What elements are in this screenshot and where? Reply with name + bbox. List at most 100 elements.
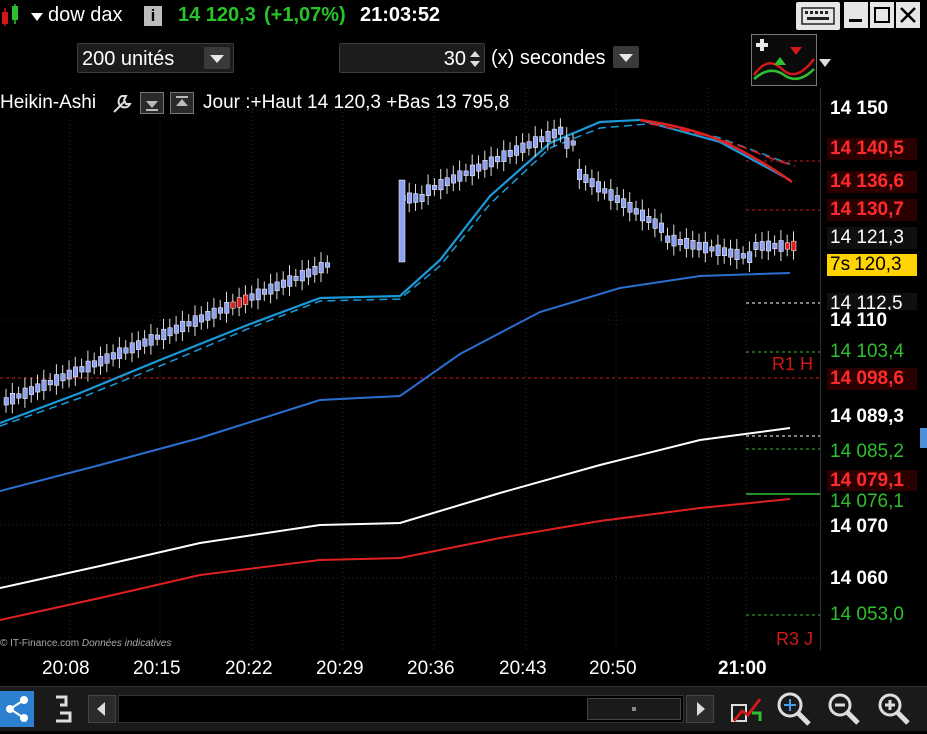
candle-body	[438, 179, 444, 191]
share-button[interactable]	[0, 691, 34, 727]
time-label: 20:08	[42, 658, 90, 679]
keyboard-icon[interactable]	[796, 2, 840, 30]
candle-body	[791, 240, 797, 252]
candle-body	[520, 142, 526, 153]
move-down-button[interactable]	[140, 92, 164, 114]
interval-input[interactable]: 30	[339, 43, 485, 73]
candle-body	[583, 174, 589, 183]
candle-body	[766, 240, 772, 252]
candle-body	[778, 240, 784, 252]
candle-body	[85, 360, 91, 373]
indicator-icon	[752, 35, 816, 85]
candle-body	[640, 209, 646, 222]
day-high-low: Jour :+Haut 14 120,3 +Bas 13 795,8	[203, 92, 510, 113]
current-price-value: 120,3	[854, 254, 902, 275]
candle-body	[476, 163, 482, 172]
units-dropdown[interactable]: 200 unités	[77, 43, 234, 73]
candle-body	[621, 198, 627, 208]
link-icon	[56, 695, 72, 723]
interval-stepper-icon[interactable]	[469, 48, 481, 70]
candle-body	[419, 194, 425, 202]
candle-body	[759, 241, 765, 251]
candle-body	[703, 241, 709, 254]
candle-body	[148, 334, 154, 346]
candle-body	[488, 156, 494, 168]
zoom-in-button[interactable]	[876, 691, 912, 727]
indicators-dropdown-icon[interactable]	[818, 58, 832, 68]
scroll-left-button[interactable]	[88, 695, 116, 723]
indicators-button[interactable]	[751, 34, 817, 86]
candle-body	[199, 314, 205, 323]
share-icon	[6, 696, 28, 722]
close-button[interactable]	[896, 2, 920, 28]
maximize-button[interactable]	[870, 2, 894, 28]
time-label: 20:29	[316, 658, 364, 679]
candle-body	[205, 311, 211, 321]
wrench-icon[interactable]	[110, 92, 136, 114]
candle-body	[432, 184, 438, 190]
scroll-right-button[interactable]	[686, 695, 714, 723]
zoom-fit-button[interactable]	[728, 691, 768, 727]
interval-unit-dropdown[interactable]	[613, 46, 639, 68]
instrument-dropdown-icon[interactable]	[30, 12, 44, 22]
time-label: 20:15	[133, 658, 181, 679]
last-price: 14 120,3	[178, 4, 256, 26]
time-label: 20:43	[499, 658, 547, 679]
price-label: 14 103,4	[827, 341, 917, 363]
price-label: 14 110	[827, 310, 917, 332]
candle-body	[73, 366, 79, 378]
grip-icon	[632, 707, 636, 711]
time-axis[interactable]: 20:08 20:15 20:22 20:29 20:36 20:43 20:5…	[0, 650, 927, 686]
interval-unit-label: (x) secondes	[491, 47, 606, 69]
move-up-button[interactable]	[170, 92, 194, 114]
candle-body	[514, 145, 520, 156]
candle-body	[293, 275, 299, 281]
candle-body	[753, 242, 759, 250]
zoom-reset-button[interactable]	[774, 689, 814, 729]
title-bar: dow dax i 14 120,3 (+1,07%) 21:03:52	[0, 0, 927, 32]
interval-value[interactable]: 30	[444, 48, 466, 71]
chart-style-label[interactable]: Heikin-Ashi	[0, 92, 96, 114]
instrument-name[interactable]: dow dax	[48, 4, 123, 27]
info-icon[interactable]: i	[144, 6, 162, 26]
horizontal-scrollbar[interactable]	[118, 695, 684, 723]
candle-body	[41, 379, 47, 391]
candle-body	[211, 307, 217, 319]
zoom-out-button[interactable]	[826, 691, 862, 727]
chart-area[interactable]: Heikin-Ashi Jour :+Haut 14 120,3 +Bas 13…	[0, 88, 927, 650]
chevron-down-icon[interactable]	[204, 47, 230, 69]
candle-body	[652, 218, 658, 229]
candle-body	[236, 297, 242, 308]
candle-body	[482, 159, 488, 170]
candle-body	[633, 208, 639, 215]
candle-body	[154, 334, 160, 340]
scrollbar-thumb[interactable]	[587, 698, 681, 720]
candle-body	[28, 386, 34, 395]
candlestick-icon	[2, 4, 18, 26]
candle-body	[608, 189, 614, 201]
price-change: (+1,07%)	[264, 4, 346, 26]
minimize-button[interactable]	[844, 2, 868, 28]
axis-scroll-handle[interactable]	[920, 428, 927, 448]
candle-body	[79, 366, 85, 373]
chevron-left-icon	[97, 702, 105, 716]
candle-body	[784, 242, 790, 250]
candle-body	[589, 178, 595, 188]
candle-body	[614, 195, 620, 203]
candle-body	[734, 248, 740, 260]
candle-body	[306, 268, 312, 278]
candle-body	[646, 216, 652, 223]
candle-body	[60, 373, 66, 382]
time-label: 21:00	[718, 658, 767, 679]
zoom-fit-icon	[731, 698, 762, 722]
toolbar: 200 unités 30 (x) secondes	[0, 32, 927, 88]
price-axis[interactable]: 14 150 14 140,5 14 136,6 14 130,7 14 121,3 7s…	[820, 88, 927, 650]
chart-style-bar: Heikin-Ashi	[0, 90, 200, 116]
link-button[interactable]	[46, 691, 80, 727]
candle-body	[532, 136, 538, 148]
candle-body	[728, 248, 734, 258]
candle-body	[665, 235, 671, 243]
watermark-source: © IT-Finance.com	[0, 638, 80, 649]
arrow-up-icon	[176, 96, 188, 106]
candle-body	[104, 353, 110, 364]
